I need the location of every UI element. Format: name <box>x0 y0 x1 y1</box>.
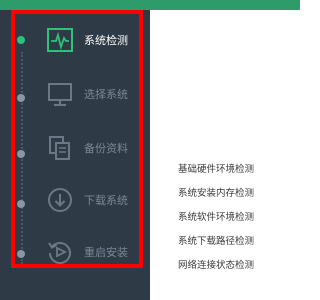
sidebar-item-system-check[interactable]: 系统检测 <box>0 20 150 60</box>
check-item: 基础硬件环境检测 <box>178 164 255 175</box>
sidebar-item-select-system[interactable]: 选择系统 <box>0 74 150 114</box>
sidebar-item-label: 重启安装 <box>84 246 128 259</box>
sidebar-item-restart-install[interactable]: 重启安装 <box>0 232 150 272</box>
restart-icon <box>48 242 71 264</box>
sidebar-item-label: 选择系统 <box>84 88 128 101</box>
download-icon <box>48 188 72 212</box>
top-accent-bar <box>0 0 300 10</box>
check-list: 基础硬件环境检测 系统安装内存检测 系统软件环境检测 系统下载路径检测 网络连接… <box>178 163 254 283</box>
copy-documents-icon <box>49 136 70 160</box>
sidebar-item-backup[interactable]: 备份资料 <box>0 128 150 168</box>
sidebar-item-download-system[interactable]: 下载系统 <box>0 180 150 220</box>
check-item: 系统安装内存检测 <box>178 188 255 199</box>
monitor-icon <box>48 83 72 106</box>
check-item: 网络连接状态检测 <box>178 260 255 271</box>
check-item: 系统下载路径检测 <box>178 236 255 247</box>
sidebar-item-label: 系统检测 <box>84 34 128 47</box>
sidebar-item-label: 备份资料 <box>84 142 128 155</box>
pulse-monitor-icon <box>47 28 73 52</box>
check-item: 系统软件环境检测 <box>178 212 255 223</box>
sidebar-item-label: 下载系统 <box>84 194 128 207</box>
